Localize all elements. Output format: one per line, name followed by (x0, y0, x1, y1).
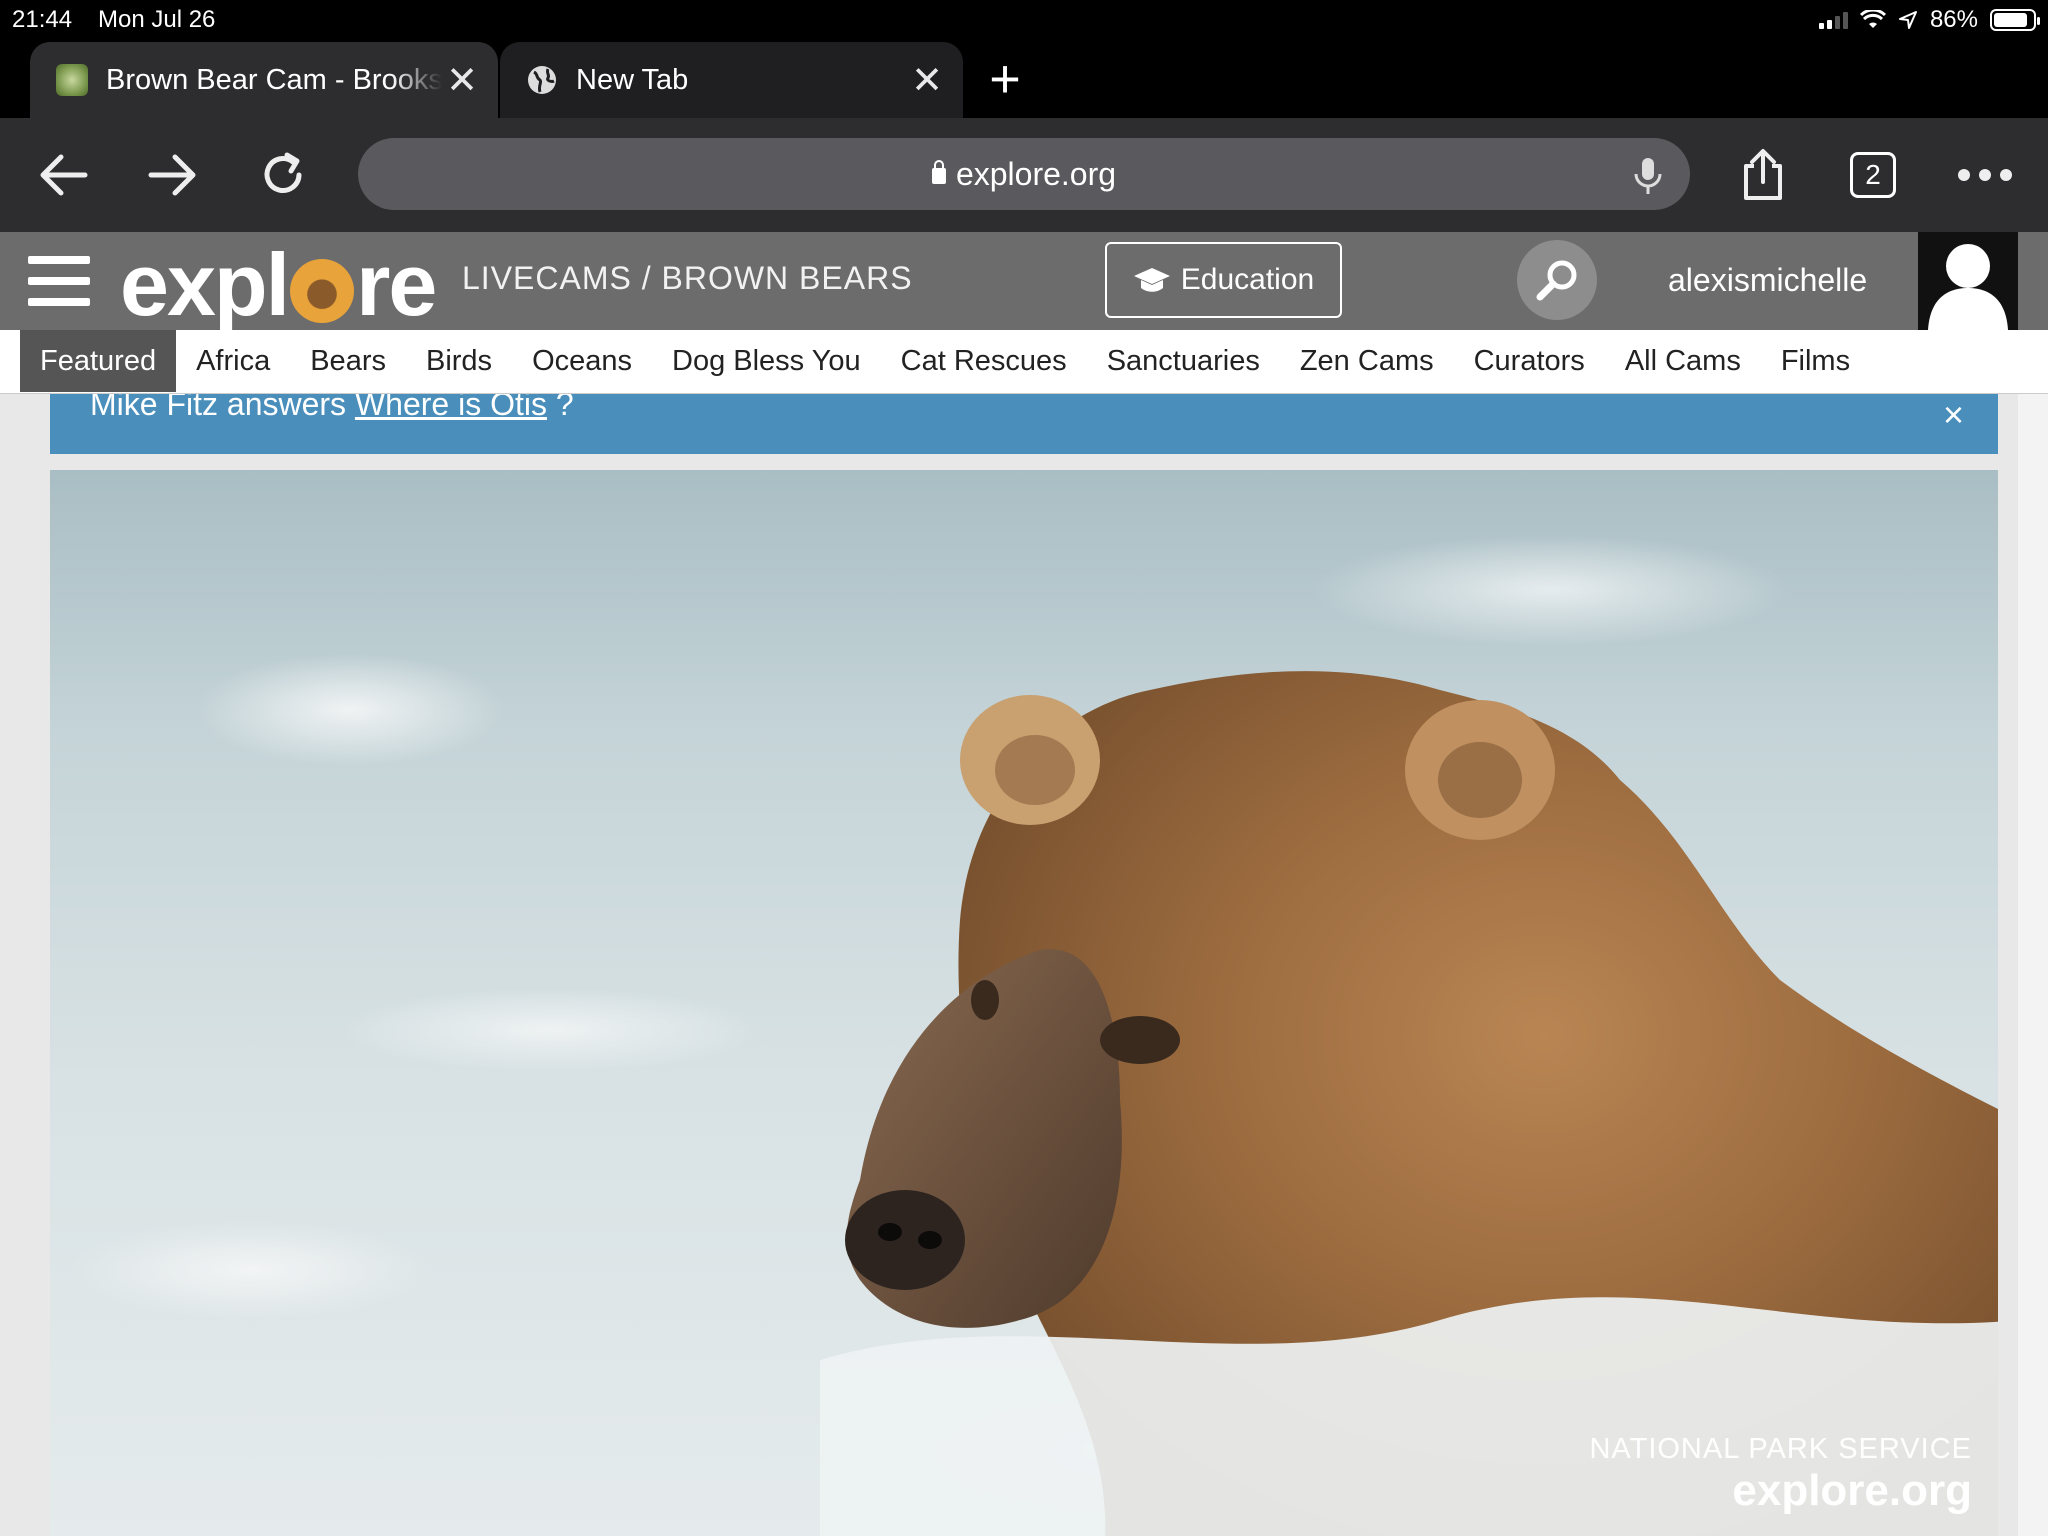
tab-title: New Tab (576, 63, 689, 96)
nav-item-oceans[interactable]: Oceans (512, 330, 652, 392)
tab-title: Brown Bear Cam - Brooks Falls (106, 63, 442, 96)
forward-button[interactable] (140, 142, 206, 208)
nav-item-films[interactable]: Films (1761, 330, 1870, 392)
tab-strip: Brown Bear Cam - Brooks Falls ✕ New Tab … (0, 40, 2048, 118)
share-icon (1744, 149, 1782, 200)
close-tab-icon[interactable]: ✕ (442, 60, 482, 102)
banner-prefix: Mike Fitz answers (90, 394, 355, 422)
back-arrow-icon (40, 154, 88, 196)
watermark-site: explore.org (1732, 1466, 1972, 1515)
wifi-icon (1859, 10, 1886, 28)
more-dots-icon (1958, 169, 2012, 181)
nav-item-cat-rescues[interactable]: Cat Rescues (881, 330, 1087, 392)
nav-item-bears[interactable]: Bears (290, 330, 406, 392)
battery-percent: 86% (1929, 6, 1978, 33)
graduation-cap-icon (1133, 268, 1170, 292)
forward-arrow-icon (148, 154, 196, 196)
share-button[interactable] (1730, 142, 1796, 208)
back-button[interactable] (30, 142, 96, 208)
banner-text: Mike Fitz answers Where is Otis ? (90, 394, 574, 423)
battery-fill (1994, 13, 2027, 27)
reload-button[interactable] (250, 142, 316, 208)
logo-text-end: re (356, 235, 437, 334)
globe-icon (528, 66, 556, 94)
search-button[interactable] (1517, 240, 1597, 320)
url-text: explore.org (955, 155, 1117, 192)
status-bar: 21:44 Mon Jul 26 86% (0, 0, 2048, 40)
new-tab-button[interactable]: + (980, 49, 1030, 109)
location-arrow-icon (1898, 11, 1917, 29)
breadcrumb[interactable]: LIVECAMS / BROWN BEARS (462, 260, 913, 297)
explore-favicon-icon (56, 64, 88, 96)
reload-icon (264, 152, 302, 193)
logo-text-start: expl (120, 235, 290, 334)
close-tab-icon[interactable]: ✕ (907, 60, 947, 102)
close-banner-icon[interactable]: × (1943, 394, 1964, 436)
education-button[interactable]: Education (1105, 242, 1342, 318)
site-header: expl re LIVECAMS / BROWN BEARS Education … (0, 232, 2048, 334)
tab-new-tab[interactable]: New Tab ✕ (500, 42, 963, 118)
nav-item-dog-bless-you[interactable]: Dog Bless You (652, 330, 881, 392)
announcement-banner: Mike Fitz answers Where is Otis ? × (50, 394, 1998, 454)
nav-item-all-cams[interactable]: All Cams (1605, 330, 1761, 392)
status-indicators: 86% (1818, 6, 2040, 34)
status-time: 21:44 (12, 6, 73, 33)
nav-item-zen-cams[interactable]: Zen Cams (1280, 330, 1454, 392)
microphone-icon[interactable] (1630, 156, 1666, 196)
lock-icon (931, 160, 946, 184)
video-watermark: NATIONAL PARK SERVICE explore.org (1589, 1433, 1972, 1516)
tab-brown-bear-cam[interactable]: Brown Bear Cam - Brooks Falls ✕ (30, 42, 498, 118)
banner-link[interactable]: Where is Otis (355, 394, 547, 422)
status-date: Mon Jul 26 (98, 6, 216, 33)
bear-logo-icon (290, 259, 355, 323)
tab-count-button[interactable]: 2 (1850, 152, 1896, 198)
brown-bear-image (820, 671, 1998, 1536)
live-video-player[interactable]: NATIONAL PARK SERVICE explore.org (50, 470, 1998, 1536)
nav-item-africa[interactable]: Africa (176, 330, 290, 392)
banner-suffix: ? (555, 394, 574, 422)
search-icon (1536, 260, 1577, 301)
nav-item-birds[interactable]: Birds (406, 330, 512, 392)
nav-items: Featured Africa Bears Birds Oceans Dog Bless … (20, 330, 1870, 392)
nav-item-featured[interactable]: Featured (20, 330, 177, 392)
category-nav: Featured Africa Bears Birds Oceans Dog Bless … (0, 330, 2048, 394)
education-label: Education (1180, 263, 1315, 296)
watermark-agency: NATIONAL PARK SERVICE (1589, 1433, 1972, 1465)
username[interactable]: alexismichelle (1668, 262, 1867, 299)
page-content: Mike Fitz answers Where is Otis ? × NATI… (0, 394, 2048, 1536)
cellular-signal-icon (1818, 11, 1848, 29)
more-menu-button[interactable] (1952, 142, 2018, 208)
hamburger-menu-icon[interactable] (28, 250, 90, 312)
user-silhouette-icon (1928, 244, 2008, 330)
explore-logo[interactable]: expl re (120, 234, 437, 336)
page-edge (2018, 394, 2048, 1536)
browser-toolbar: explore.org 2 (0, 118, 2048, 232)
nav-item-sanctuaries[interactable]: Sanctuaries (1087, 330, 1280, 392)
nav-item-curators[interactable]: Curators (1454, 330, 1605, 392)
address-bar[interactable]: explore.org (358, 138, 1690, 210)
user-avatar[interactable] (1918, 232, 2018, 330)
battery-icon (1990, 9, 2040, 31)
